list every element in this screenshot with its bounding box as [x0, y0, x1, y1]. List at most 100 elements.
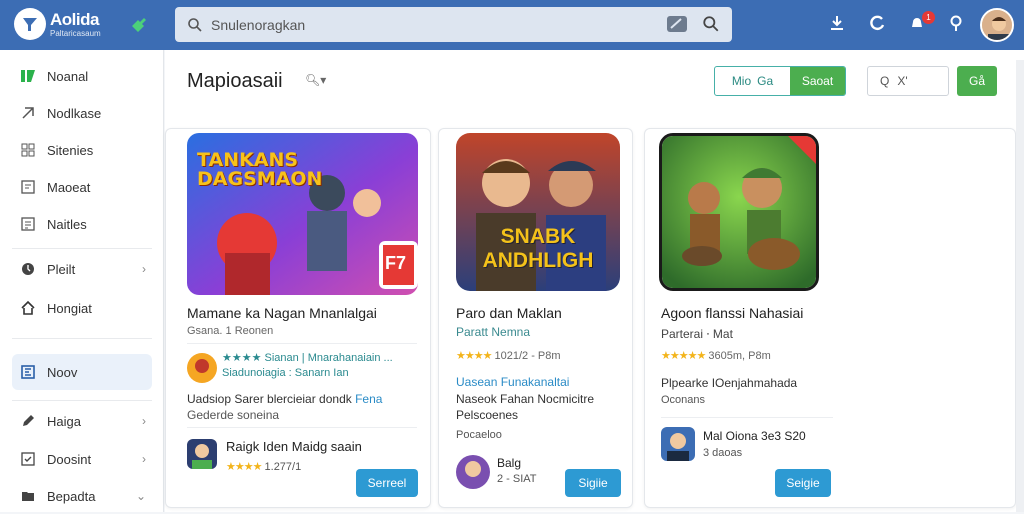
- chevron-right-icon: ›: [142, 452, 146, 466]
- game-rating: ★★★★ Sianan | Mnarahanaiain ...: [222, 352, 393, 364]
- divider: [661, 417, 833, 418]
- author-meta: 2 - SIAT: [497, 473, 537, 485]
- divider: [12, 338, 152, 339]
- game-description: Plpearke IOenjahmahada: [661, 376, 798, 390]
- game-title[interactable]: Mamane ka Nagan Mnanlalgai: [187, 305, 377, 321]
- brand-tagline: Paltaricasaum: [50, 29, 101, 38]
- sidebar-item-done[interactable]: Doosint ›: [12, 441, 152, 477]
- sidebar-item-label: Pleilt: [47, 261, 76, 277]
- list-icon: [19, 215, 37, 233]
- author-avatar: [187, 439, 217, 469]
- avatar[interactable]: [980, 8, 1014, 42]
- top-icons: [828, 14, 964, 37]
- sidebar-item-edit[interactable]: Haiga ›: [12, 403, 152, 439]
- scrollbar[interactable]: [1016, 60, 1024, 512]
- game-art-title: TANKANS DAGSMAON: [197, 149, 323, 190]
- game-art-title: SNABK ANDHLIGH: [482, 225, 594, 272]
- toggle-option-b[interactable]: Saoat: [790, 67, 845, 95]
- sidebar-item-label: Haiga: [47, 413, 81, 429]
- sidebar-item-upload[interactable]: Hongiat: [12, 290, 152, 326]
- news-icon: [19, 363, 37, 381]
- sidebar-item-folders[interactable]: Bepadta ⌄: [12, 478, 152, 514]
- author-name: Balg: [497, 456, 522, 470]
- circle-icon: [19, 260, 37, 278]
- toggle-option-a[interactable]: Mio Ga: [715, 67, 790, 95]
- sidebar-item-label: Sitenies: [47, 142, 94, 158]
- search-submit-icon[interactable]: [702, 15, 720, 38]
- sidebar-item-home[interactable]: Noanal: [12, 58, 152, 94]
- sidebar-item-label: Maoeat: [47, 179, 91, 195]
- game-subtitle: Paratt Nemna: [456, 325, 531, 339]
- location-icon[interactable]: [948, 14, 964, 37]
- developer-avatar: [187, 353, 217, 383]
- puzzle-icon[interactable]: [128, 14, 150, 41]
- divider: [187, 343, 417, 344]
- heart-icon: [19, 104, 37, 122]
- sidebar-item-label: Nodlkase: [47, 105, 102, 121]
- grid-icon: [19, 141, 37, 159]
- sidebar-item-favorites[interactable]: Nodlkase: [12, 95, 152, 131]
- notification-badge: 1: [922, 11, 935, 24]
- author-avatar: [456, 455, 490, 489]
- filter-input[interactable]: Q X': [867, 66, 949, 96]
- top-bar: Aolida Paltaricasaum Snulenoragkan 1: [0, 0, 1024, 50]
- download-icon[interactable]: [828, 14, 846, 37]
- sidebar-item-notes[interactable]: Naitles: [12, 206, 152, 242]
- search-bar[interactable]: Snulenoragkan: [175, 7, 732, 42]
- sidebar-item-label: Noanal: [47, 68, 89, 84]
- sidebar-item-media[interactable]: Maoeat: [12, 169, 152, 205]
- game-card[interactable]: Agoon flanssi Nahasiai Parterai ⸱ Mat ★★…: [644, 128, 1016, 508]
- game-description-2: Oconans: [661, 394, 706, 406]
- game-card[interactable]: SNABK ANDHLIGH Paro dan Maklan Paratt Ne…: [438, 128, 633, 508]
- check-icon: [19, 450, 37, 468]
- go-button[interactable]: Gå: [957, 66, 997, 96]
- game-art-badge: F7: [385, 253, 407, 273]
- sidebar-item-label: Bepadta: [47, 488, 96, 504]
- divider: [12, 400, 152, 401]
- game-title[interactable]: Paro dan Maklan: [456, 305, 562, 321]
- pencil-icon: [19, 412, 37, 430]
- home-icon: [19, 67, 37, 85]
- game-card[interactable]: TANKANS DAGSMAON F7 Mamane ka Nagan Mnan…: [165, 128, 431, 508]
- brand-name: Aolida: [50, 10, 99, 29]
- sidebar: Noanal Nodlkase Sitenies Maoeat Naitles …: [0, 50, 164, 512]
- game-subtitle: Parterai ⸱ Mat: [661, 327, 733, 341]
- divider: [12, 248, 152, 249]
- app-logo[interactable]: [14, 8, 46, 40]
- search-icon: [188, 17, 202, 32]
- game-subtitle: Gsana. 1 Reonen: [187, 325, 274, 337]
- game-art[interactable]: SNABK ANDHLIGH: [456, 133, 620, 291]
- game-description-2: Naseok Fahan Nocmicitre: [456, 392, 595, 406]
- game-rating: ★★★★ 1021/2 - P8m: [456, 350, 561, 362]
- sidebar-item-label: Doosint: [47, 451, 92, 467]
- bookmark-icon: [19, 178, 37, 196]
- brand: Aolida Paltaricasaum: [50, 11, 101, 38]
- search-input[interactable]: Snulenoragkan: [211, 17, 305, 33]
- filter-search-icon: Q: [880, 74, 890, 88]
- game-rating-sub: Siadunoiagia : Sanarn Ian: [222, 367, 349, 379]
- game-art[interactable]: TANKANS DAGSMAON F7: [187, 133, 418, 295]
- card-action-button[interactable]: Seigie: [775, 469, 831, 497]
- refresh-icon[interactable]: [868, 14, 886, 37]
- card-action-button[interactable]: Serreel: [356, 469, 418, 497]
- main-content: Mapioasaii 🔍︎▾ Mio Ga Saoat Q X' Gå TANK…: [165, 50, 1024, 512]
- filter-clear-icon[interactable]: X': [897, 74, 907, 88]
- chevron-down-icon: ⌄: [135, 489, 146, 503]
- author-name: Mal Oiona 3e3 S20: [703, 429, 806, 443]
- game-art[interactable]: [659, 133, 819, 291]
- game-title[interactable]: Agoon flanssi Nahasiai: [661, 305, 803, 321]
- game-description-3: Pelscoenes: [456, 408, 519, 422]
- sidebar-item-profile[interactable]: Pleilt ›: [12, 251, 152, 287]
- game-rating: ★★★★★ 3605m, P8m: [661, 350, 771, 362]
- sidebar-item-stories[interactable]: Sitenies: [12, 132, 152, 168]
- sort-dropdown[interactable]: 🔍︎▾: [305, 73, 326, 87]
- card-action-button[interactable]: Sigiie: [565, 469, 621, 497]
- folder-icon: [19, 487, 37, 505]
- game-description: Uadsiop Sarer blercieiar dondk Fena: [187, 392, 383, 406]
- game-description-4: Pocaeloo: [456, 429, 502, 441]
- sidebar-item-news[interactable]: Noov: [12, 354, 152, 390]
- camera-icon[interactable]: [666, 15, 688, 38]
- sidebar-item-label: Naitles: [47, 216, 87, 232]
- view-toggle[interactable]: Mio Ga Saoat: [714, 66, 846, 96]
- game-description-2: Gederde soneina: [187, 408, 280, 422]
